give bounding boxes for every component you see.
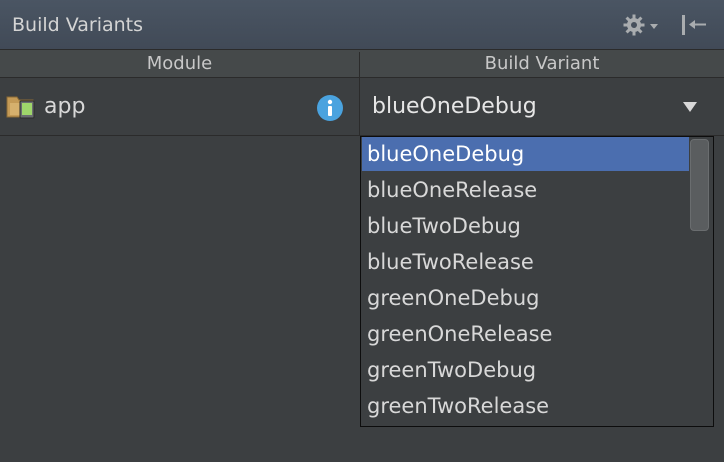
dropdown-option[interactable]: greenTwoRelease xyxy=(362,389,689,423)
dropdown-option[interactable]: greenTwoDebug xyxy=(362,353,689,387)
info-icon[interactable] xyxy=(316,94,344,122)
panel-titlebar: Build Variants xyxy=(0,0,724,50)
dropdown-option[interactable]: greenOneDebug xyxy=(362,281,689,315)
scrollbar-thumb[interactable] xyxy=(690,139,709,231)
module-name[interactable]: app xyxy=(44,92,85,122)
column-divider xyxy=(359,52,360,136)
dropdown-option[interactable]: greenOneRelease xyxy=(362,317,689,351)
settings-button[interactable] xyxy=(622,12,664,38)
dropdown-option[interactable]: blueOneRelease xyxy=(362,173,689,207)
panel-title: Build Variants xyxy=(12,14,144,36)
android-module-icon xyxy=(6,96,35,119)
table-header: Module Build Variant xyxy=(0,50,724,78)
dropdown-option[interactable]: blueTwoDebug xyxy=(362,209,689,243)
column-header-build-variant[interactable]: Build Variant xyxy=(360,50,724,78)
table-row xyxy=(0,78,724,136)
dropdown-option[interactable]: blueTwoRelease xyxy=(362,245,689,279)
pin-collapse-icon xyxy=(682,15,706,35)
dropdown-option[interactable]: blueOneDebug xyxy=(362,137,689,171)
build-variant-select[interactable]: blueOneDebug xyxy=(372,92,537,122)
hide-panel-button[interactable] xyxy=(678,12,710,38)
build-variant-dropdown-list[interactable]: blueOneDebug blueOneRelease blueTwoDebug… xyxy=(360,136,714,427)
column-header-module[interactable]: Module xyxy=(0,50,359,78)
build-variants-panel: Build Variants Module Build Variant app … xyxy=(0,0,724,462)
gear-icon xyxy=(623,14,658,36)
dropdown-arrow-icon[interactable] xyxy=(682,100,698,114)
chevron-down-icon xyxy=(650,24,658,29)
